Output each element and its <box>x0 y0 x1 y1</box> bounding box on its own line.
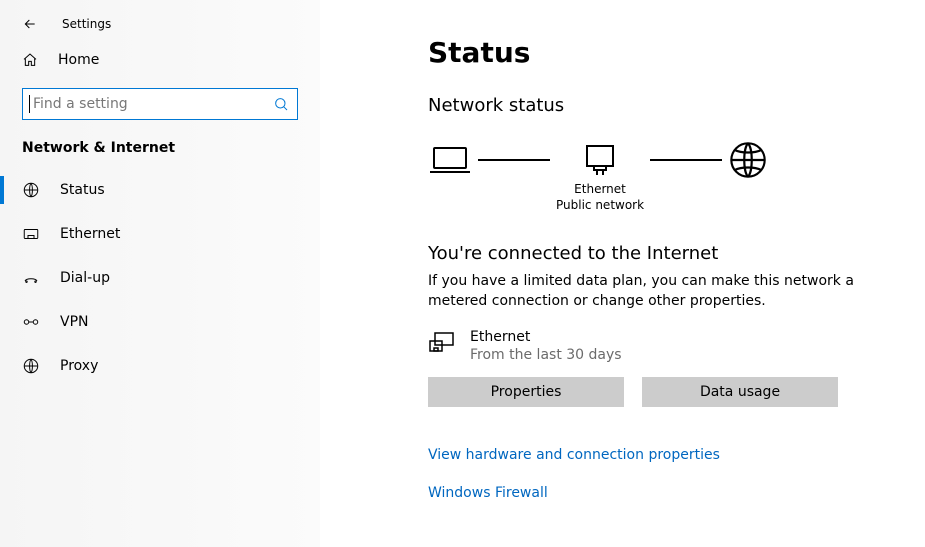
search-input[interactable] <box>31 96 273 112</box>
search-icon <box>273 96 289 112</box>
connected-heading: You're connected to the Internet <box>428 243 925 264</box>
sidebar-item-vpn[interactable]: VPN <box>0 300 320 344</box>
connected-description: If you have a limited data plan, you can… <box>428 272 858 311</box>
ethernet-icon <box>22 225 40 243</box>
main-content: Status Network status Ethernet Public ne… <box>320 0 925 547</box>
settings-sidebar: Settings Home Network & Internet Status … <box>0 0 320 547</box>
home-label: Home <box>58 52 99 68</box>
section-title: Network & Internet <box>0 134 320 168</box>
home-nav[interactable]: Home <box>0 42 320 78</box>
adapter-description: From the last 30 days <box>470 347 622 363</box>
sidebar-item-label: Ethernet <box>60 226 120 242</box>
diagram-adapter-name: Ethernet <box>574 182 626 196</box>
diagram-connector <box>472 140 556 180</box>
sidebar-item-label: Proxy <box>60 358 98 374</box>
globe-icon <box>22 181 40 199</box>
sidebar-item-label: VPN <box>60 314 89 330</box>
diagram-network-type: Public network <box>556 198 644 212</box>
proxy-globe-icon <box>22 357 40 375</box>
text-caret <box>29 95 30 113</box>
data-usage-button[interactable]: Data usage <box>642 377 838 407</box>
vpn-icon <box>22 313 40 331</box>
window-title: Settings <box>62 17 111 31</box>
properties-button[interactable]: Properties <box>428 377 624 407</box>
diagram-internet <box>728 140 768 180</box>
ethernet-port-icon <box>584 143 616 177</box>
sidebar-item-status[interactable]: Status <box>0 168 320 212</box>
sidebar-item-dialup[interactable]: Dial-up <box>0 256 320 300</box>
adapter-row: Ethernet From the last 30 days <box>428 329 925 363</box>
search-input-container[interactable] <box>22 88 298 120</box>
link-hardware-properties[interactable]: View hardware and connection properties <box>428 447 925 463</box>
network-diagram: Ethernet Public network <box>428 140 925 213</box>
home-icon <box>22 52 38 68</box>
diagram-computer <box>428 140 472 180</box>
adapter-icon <box>428 331 456 355</box>
network-status-heading: Network status <box>428 95 925 116</box>
page-title: Status <box>428 36 925 69</box>
sidebar-item-label: Dial-up <box>60 270 110 286</box>
sidebar-item-label: Status <box>60 182 105 198</box>
dialup-icon <box>22 269 40 287</box>
globe-large-icon <box>728 140 768 180</box>
link-windows-firewall[interactable]: Windows Firewall <box>428 485 925 501</box>
diagram-connector <box>644 140 728 180</box>
sidebar-item-proxy[interactable]: Proxy <box>0 344 320 388</box>
back-button[interactable] <box>22 16 38 32</box>
diagram-adapter: Ethernet Public network <box>556 140 644 213</box>
laptop-icon <box>428 144 472 176</box>
sidebar-item-ethernet[interactable]: Ethernet <box>0 212 320 256</box>
adapter-name: Ethernet <box>470 329 622 345</box>
arrow-left-icon <box>22 16 38 32</box>
